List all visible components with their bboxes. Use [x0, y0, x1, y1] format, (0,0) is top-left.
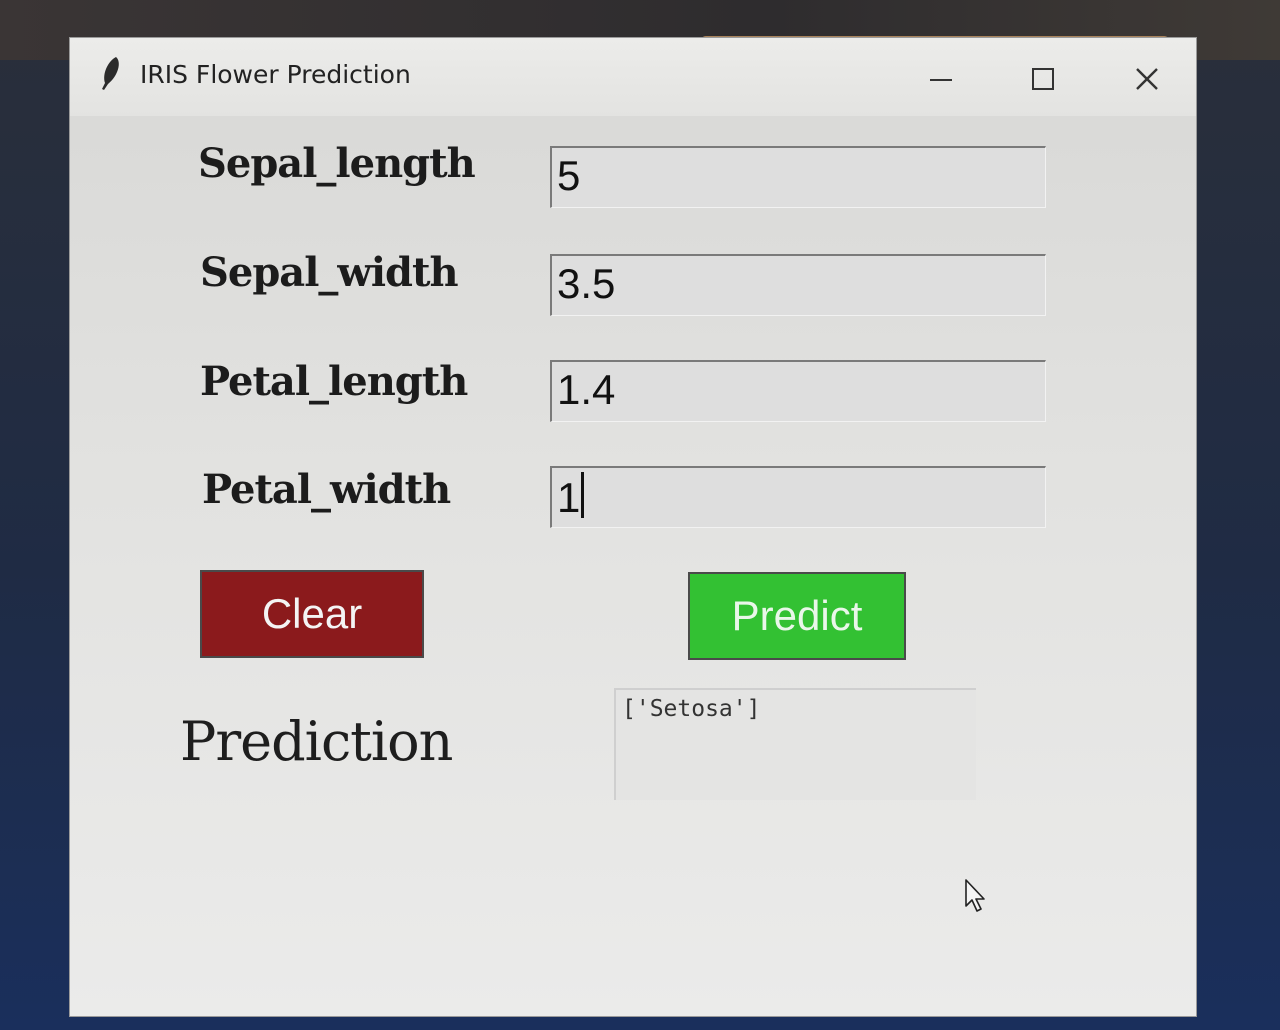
feather-icon: [100, 56, 122, 92]
sepal-length-label: Sepal_length: [198, 140, 476, 187]
minimize-icon[interactable]: [916, 60, 966, 100]
app-window: IRIS Flower Prediction Sepal_length 5 Se…: [70, 38, 1196, 1016]
sepal-width-value: 3.5: [557, 260, 616, 307]
petal-length-label: Petal_length: [200, 358, 468, 405]
title-bar[interactable]: IRIS Flower Prediction: [70, 38, 1196, 116]
petal-width-input[interactable]: 1: [550, 466, 1046, 528]
predict-button[interactable]: Predict: [688, 572, 906, 660]
close-icon[interactable]: [1122, 60, 1172, 100]
clear-button[interactable]: Clear: [200, 570, 424, 658]
maximize-icon[interactable]: [1018, 60, 1068, 100]
sepal-length-input[interactable]: 5: [550, 146, 1046, 208]
petal-length-input[interactable]: 1.4: [550, 360, 1046, 422]
prediction-output[interactable]: ['Setosa']: [614, 688, 976, 800]
window-title: IRIS Flower Prediction: [140, 60, 411, 89]
mouse-pointer-icon: [964, 878, 990, 914]
sepal-length-value: 5: [557, 152, 581, 199]
sepal-width-input[interactable]: 3.5: [550, 254, 1046, 316]
petal-length-value: 1.4: [557, 366, 616, 413]
text-cursor: [581, 472, 585, 518]
petal-width-label: Petal_width: [202, 466, 451, 513]
prediction-label: Prediction: [180, 710, 453, 773]
petal-width-value: 1: [557, 474, 581, 521]
sepal-width-label: Sepal_width: [200, 249, 459, 296]
